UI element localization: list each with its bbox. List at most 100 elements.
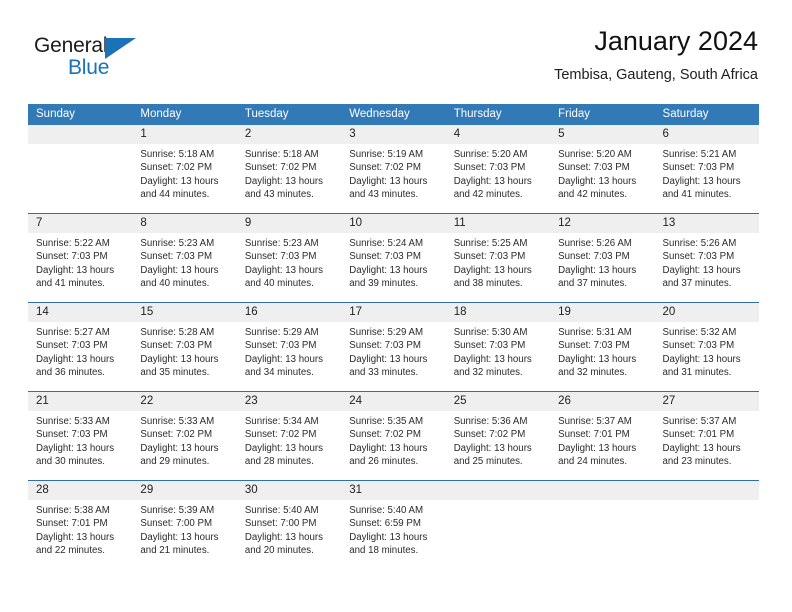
sunset-text: Sunset: 7:03 PM	[36, 340, 108, 352]
sunset-text: Sunset: 7:03 PM	[453, 251, 526, 263]
daylight-text-line2: and 30 minutes.	[36, 455, 105, 467]
day-number[interactable]: 18	[446, 303, 550, 322]
day-number[interactable]: 28	[28, 481, 132, 500]
day-cell[interactable]: Sunrise: 5:40 AM Sunset: 6:59 PM Daylight:…	[341, 500, 445, 569]
day-cell-empty	[446, 500, 550, 569]
daylight-text-line1: Daylight: 13 hours	[36, 264, 115, 276]
day-number[interactable]: 12	[550, 214, 654, 233]
day-cell[interactable]: Sunrise: 5:29 AM Sunset: 7:03 PM Daylight:…	[341, 322, 445, 391]
calendar-weeks: 1 2 3 4 5 6 Sunrise: 5:18 AM Sunset: 7:02 PM Day…	[28, 125, 759, 569]
day-cell[interactable]: Sunrise: 5:25 AM Sunset: 7:03 PM Daylight:…	[446, 233, 550, 302]
day-number[interactable]: 1	[132, 125, 236, 144]
day-cell[interactable]: Sunrise: 5:38 AM Sunset: 7:01 PM Daylight:…	[28, 500, 132, 569]
day-number[interactable]: 22	[132, 392, 236, 411]
sunset-text: Sunset: 7:02 PM	[140, 162, 213, 174]
day-cell[interactable]: Sunrise: 5:35 AM Sunset: 7:02 PM Daylight:…	[341, 411, 445, 480]
day-cell[interactable]: Sunrise: 5:19 AM Sunset: 7:02 PM Daylight:…	[341, 144, 445, 213]
day-cell[interactable]: Sunrise: 5:39 AM Sunset: 7:00 PM Daylight:…	[132, 500, 236, 569]
day-cell[interactable]: Sunrise: 5:36 AM Sunset: 7:02 PM Daylight:…	[446, 411, 550, 480]
day-cell[interactable]: Sunrise: 5:33 AM Sunset: 7:02 PM Daylight:…	[132, 411, 236, 480]
day-number[interactable]: 29	[132, 481, 236, 500]
day-number[interactable]: 11	[446, 214, 550, 233]
day-cell[interactable]: Sunrise: 5:18 AM Sunset: 7:02 PM Daylight:…	[132, 144, 236, 213]
day-number[interactable]: 4	[446, 125, 550, 144]
day-cell[interactable]: Sunrise: 5:32 AM Sunset: 7:03 PM Daylight:…	[655, 322, 759, 391]
daylight-text-line1: Daylight: 13 hours	[140, 442, 219, 454]
day-cell[interactable]: Sunrise: 5:29 AM Sunset: 7:03 PM Daylight:…	[237, 322, 341, 391]
daylight-text-line1: Daylight: 13 hours	[453, 264, 532, 276]
calendar-page: General Blue January 2024 Tembisa, Gaute…	[0, 0, 792, 612]
daylight-text-line2: and 26 minutes.	[349, 455, 419, 467]
day-info-row: Sunrise: 5:18 AM Sunset: 7:02 PM Daylight:…	[28, 144, 759, 213]
day-number[interactable]: 16	[237, 303, 341, 322]
day-number[interactable]: 25	[446, 392, 550, 411]
day-number[interactable]: 15	[132, 303, 236, 322]
sunset-text: Sunset: 6:59 PM	[349, 518, 421, 530]
daylight-text-line2: and 44 minutes.	[140, 188, 210, 200]
day-number[interactable]: 13	[655, 214, 759, 233]
day-cell[interactable]: Sunrise: 5:31 AM Sunset: 7:03 PM Daylight:…	[550, 322, 654, 391]
day-cell[interactable]: Sunrise: 5:23 AM Sunset: 7:03 PM Daylight:…	[132, 233, 236, 302]
daylight-text-line1: Daylight: 13 hours	[36, 442, 115, 454]
day-number[interactable]: 6	[655, 125, 759, 144]
day-cell[interactable]: Sunrise: 5:24 AM Sunset: 7:03 PM Daylight:…	[341, 233, 445, 302]
day-number[interactable]: 3	[341, 125, 445, 144]
day-number[interactable]: 5	[550, 125, 654, 144]
day-cell[interactable]: Sunrise: 5:26 AM Sunset: 7:03 PM Daylight:…	[655, 233, 759, 302]
day-number-empty	[28, 125, 132, 144]
day-cell[interactable]: Sunrise: 5:37 AM Sunset: 7:01 PM Daylight:…	[655, 411, 759, 480]
day-number[interactable]: 2	[237, 125, 341, 144]
day-cell[interactable]: Sunrise: 5:28 AM Sunset: 7:03 PM Daylight:…	[132, 322, 236, 391]
daylight-text-line1: Daylight: 13 hours	[244, 353, 323, 365]
day-number[interactable]: 30	[237, 481, 341, 500]
day-number[interactable]: 10	[341, 214, 445, 233]
day-number[interactable]: 26	[550, 392, 654, 411]
day-number[interactable]: 8	[132, 214, 236, 233]
sunrise-text: Sunrise: 5:23 AM	[140, 238, 215, 249]
sunrise-text: Sunrise: 5:30 AM	[453, 327, 528, 338]
day-number-empty	[446, 481, 550, 500]
day-cell[interactable]: Sunrise: 5:26 AM Sunset: 7:03 PM Daylight:…	[550, 233, 654, 302]
day-number[interactable]: 21	[28, 392, 132, 411]
day-number[interactable]: 14	[28, 303, 132, 322]
weekday-header-friday: Friday	[558, 108, 591, 120]
sunset-text: Sunset: 7:03 PM	[662, 251, 735, 263]
day-cell[interactable]: Sunrise: 5:34 AM Sunset: 7:02 PM Daylight:…	[237, 411, 341, 480]
day-number-row: 7 8 9 10 11 12 13	[28, 214, 759, 233]
day-number[interactable]: 9	[237, 214, 341, 233]
daylight-text-line1: Daylight: 13 hours	[36, 531, 115, 543]
day-number[interactable]: 31	[341, 481, 445, 500]
day-cell[interactable]: Sunrise: 5:21 AM Sunset: 7:03 PM Daylight:…	[655, 144, 759, 213]
calendar-week-row: 28 29 30 31 Sunrise: 5:38 AM Sunset: 7:01 PM D…	[28, 480, 759, 569]
daylight-text-line2: and 21 minutes.	[140, 544, 210, 556]
day-number[interactable]: 19	[550, 303, 654, 322]
day-cell[interactable]: Sunrise: 5:22 AM Sunset: 7:03 PM Daylight:…	[28, 233, 132, 302]
day-cell[interactable]: Sunrise: 5:27 AM Sunset: 7:03 PM Daylight:…	[28, 322, 132, 391]
daylight-text-line1: Daylight: 13 hours	[140, 353, 219, 365]
calendar-week-row: 21 22 23 24 25 26 27 Sunrise: 5:33 AM Sunset: 7:…	[28, 391, 759, 480]
day-number-empty	[550, 481, 654, 500]
day-cell[interactable]: Sunrise: 5:30 AM Sunset: 7:03 PM Daylight:…	[446, 322, 550, 391]
day-cell[interactable]: Sunrise: 5:20 AM Sunset: 7:03 PM Daylight:…	[446, 144, 550, 213]
day-cell[interactable]: Sunrise: 5:20 AM Sunset: 7:03 PM Daylight:…	[550, 144, 654, 213]
sunset-text: Sunset: 7:03 PM	[453, 162, 526, 174]
page-header: General Blue January 2024 Tembisa, Gaute…	[28, 24, 758, 100]
daylight-text-line2: and 42 minutes.	[558, 188, 628, 200]
day-number[interactable]: 24	[341, 392, 445, 411]
daylight-text-line2: and 32 minutes.	[453, 366, 523, 378]
sunset-text: Sunset: 7:02 PM	[453, 429, 526, 441]
sunset-text: Sunset: 7:03 PM	[140, 340, 213, 352]
general-blue-logo[interactable]: General Blue	[34, 34, 164, 84]
day-number[interactable]: 7	[28, 214, 132, 233]
day-number[interactable]: 27	[655, 392, 759, 411]
day-cell[interactable]: Sunrise: 5:18 AM Sunset: 7:02 PM Daylight:…	[237, 144, 341, 213]
day-number[interactable]: 20	[655, 303, 759, 322]
day-cell[interactable]: Sunrise: 5:37 AM Sunset: 7:01 PM Daylight:…	[550, 411, 654, 480]
day-number[interactable]: 23	[237, 392, 341, 411]
day-cell[interactable]: Sunrise: 5:23 AM Sunset: 7:03 PM Daylight:…	[237, 233, 341, 302]
day-cell[interactable]: Sunrise: 5:40 AM Sunset: 7:00 PM Daylight:…	[237, 500, 341, 569]
day-cell[interactable]: Sunrise: 5:33 AM Sunset: 7:03 PM Daylight:…	[28, 411, 132, 480]
daylight-text-line2: and 29 minutes.	[140, 455, 210, 467]
daylight-text-line2: and 41 minutes.	[662, 188, 732, 200]
day-number[interactable]: 17	[341, 303, 445, 322]
